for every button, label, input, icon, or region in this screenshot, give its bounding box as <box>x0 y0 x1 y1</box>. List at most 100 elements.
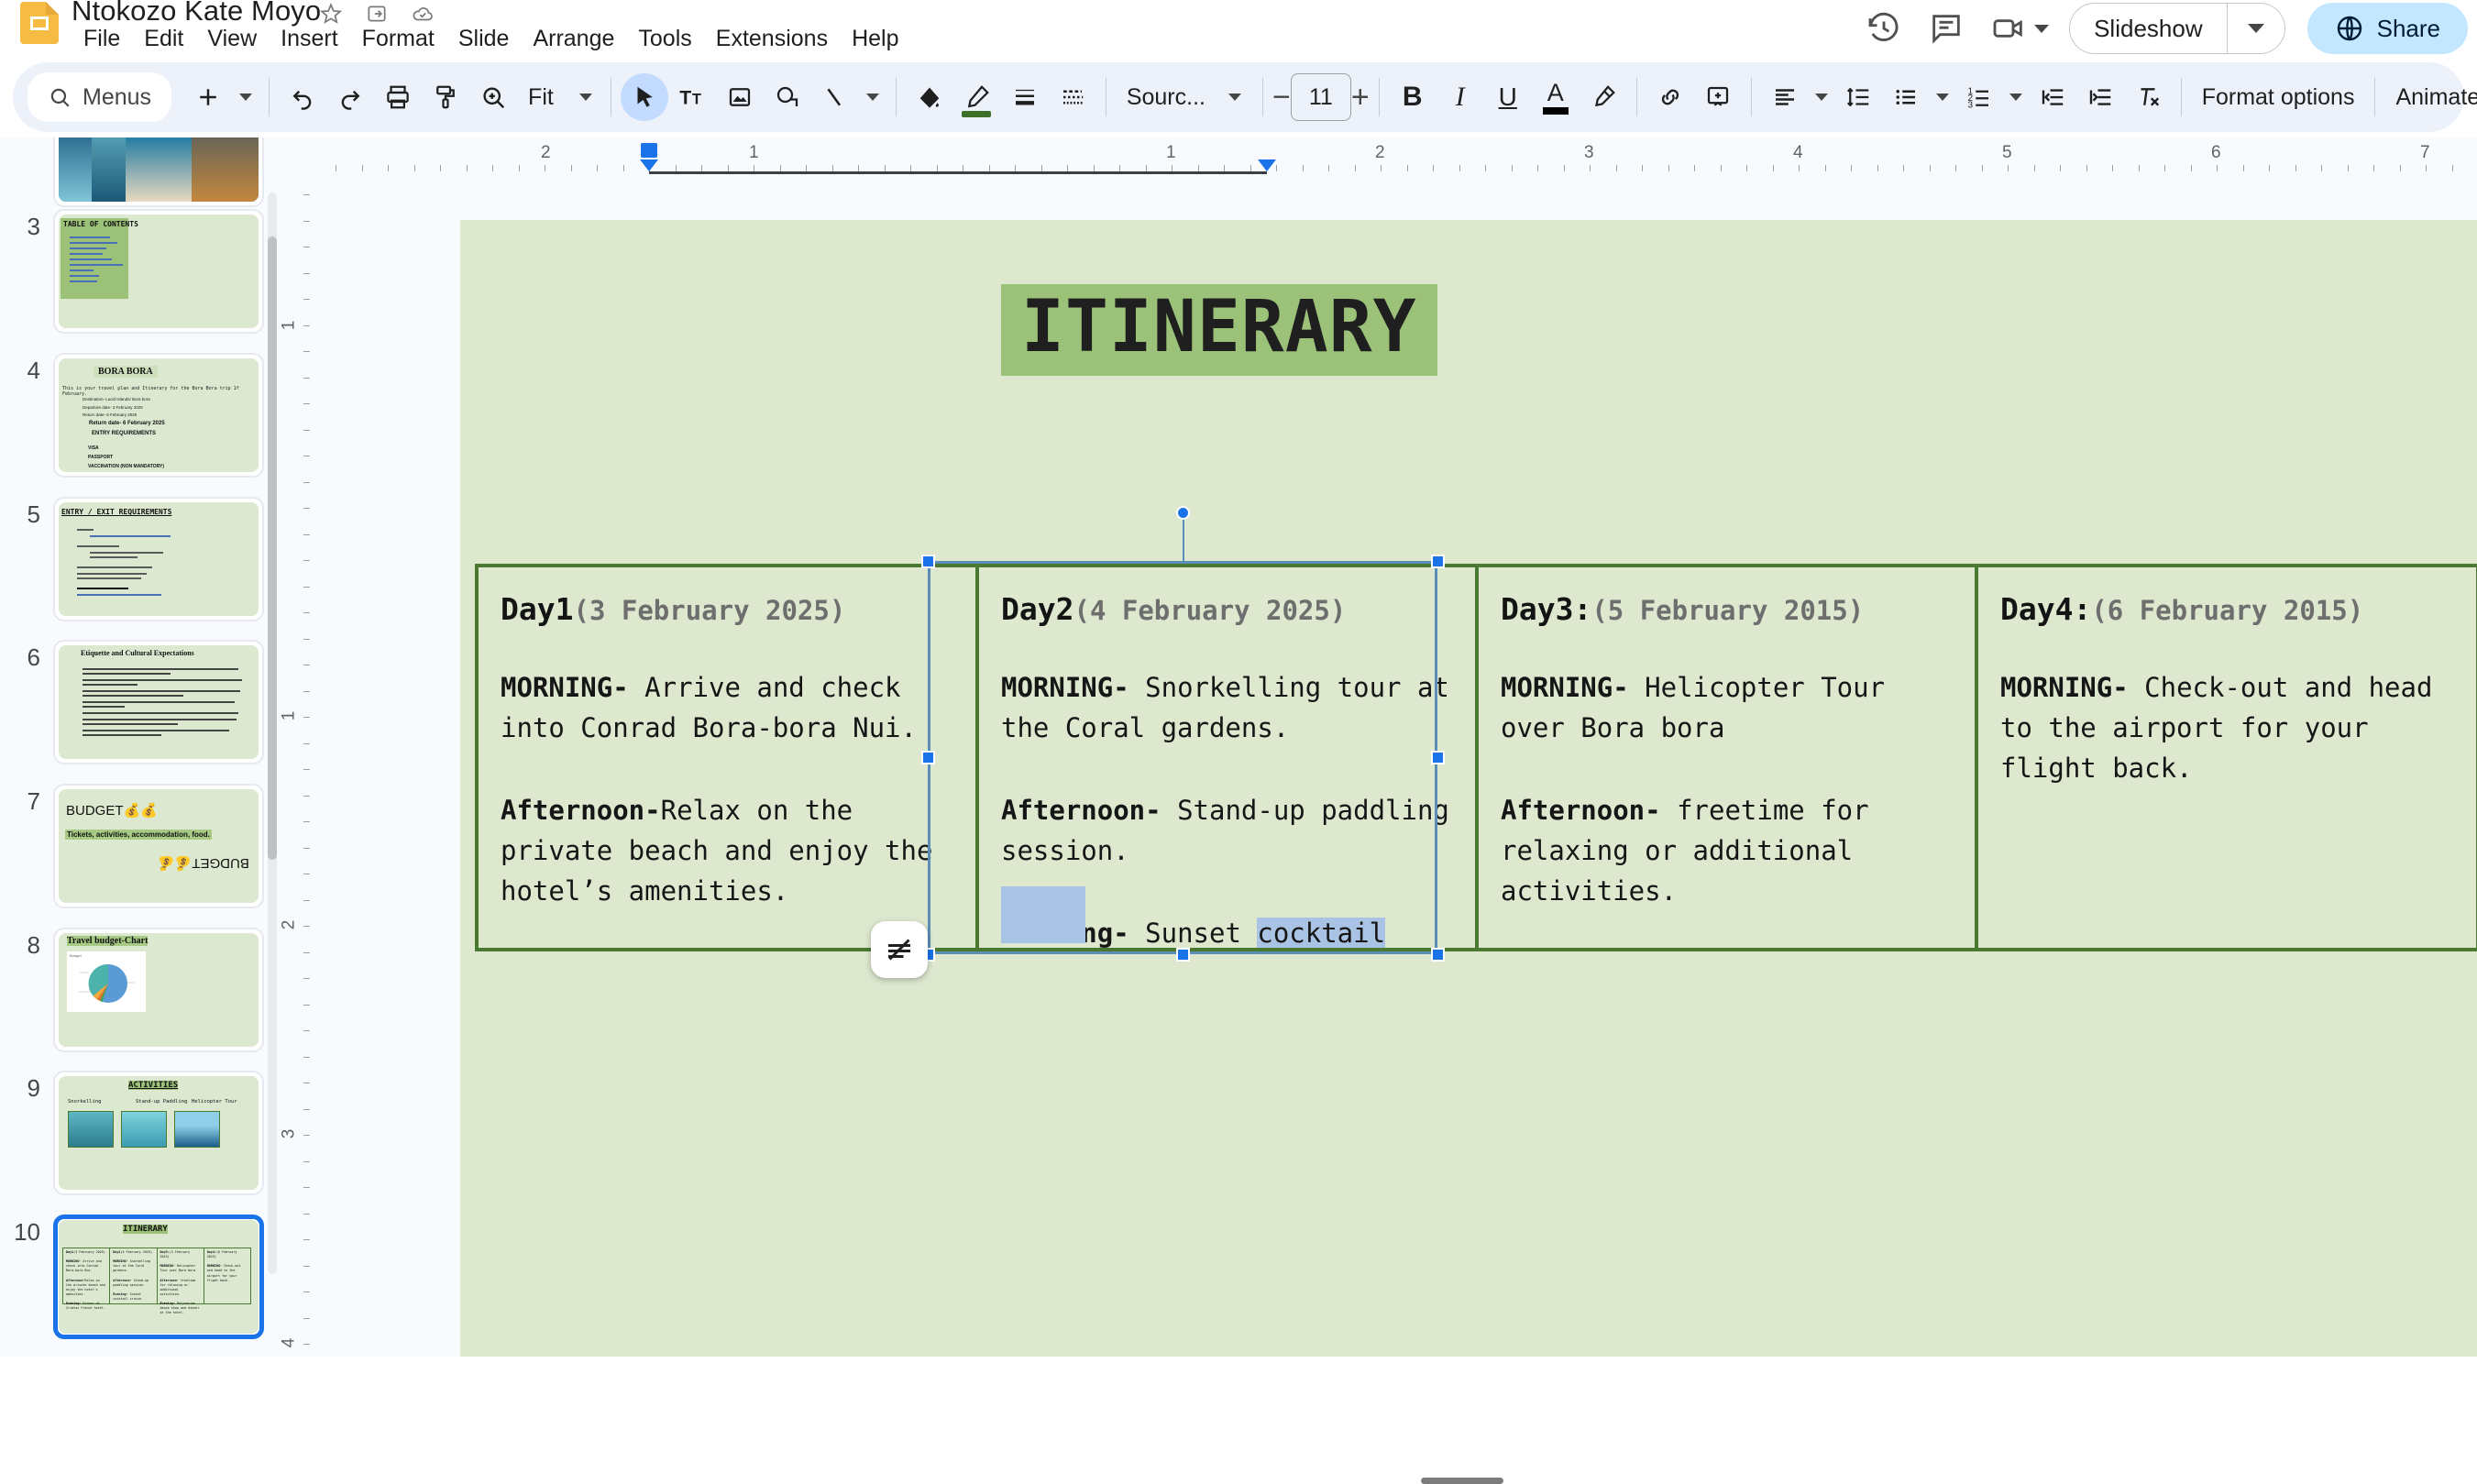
menu-extensions[interactable]: Extensions <box>704 22 840 56</box>
align-dropdown-caret-icon[interactable] <box>1809 73 1834 121</box>
selection-handle-top-right[interactable] <box>1431 555 1445 568</box>
line-spacing-button[interactable] <box>1834 73 1882 121</box>
filmstrip-slide-2[interactable]: 2 <box>0 137 281 207</box>
vertical-ruler[interactable]: 1 1 2 3 4 <box>281 176 314 1357</box>
align-button[interactable] <box>1761 73 1809 121</box>
print-button[interactable] <box>374 73 422 121</box>
highlight-color-button[interactable] <box>1580 73 1627 121</box>
version-history-icon[interactable] <box>1866 10 1902 47</box>
italic-button[interactable]: I <box>1437 73 1484 121</box>
insert-image-button[interactable] <box>716 73 764 121</box>
thumbnail-card[interactable]: BORA BORA This is your travel plan and I… <box>53 353 264 478</box>
thumbnail-card[interactable] <box>53 137 264 207</box>
shape-button[interactable] <box>764 73 811 121</box>
underline-button[interactable]: U <box>1484 73 1532 121</box>
thumbnail-card[interactable]: ENTRY / EXIT REQUIREMENTS <box>53 497 264 621</box>
slide-canvas-area[interactable]: ITINERARY Day1(3 February 2025) MORNING-… <box>314 176 2477 1357</box>
thumbnail-card[interactable]: Travel budget-Chart Budget <box>53 928 264 1052</box>
menu-view[interactable]: View <box>195 22 269 56</box>
menu-edit[interactable]: Edit <box>132 22 195 56</box>
menu-format[interactable]: Format <box>350 22 446 56</box>
slideshow-button[interactable]: Slideshow <box>2069 3 2285 54</box>
insert-link-button[interactable] <box>1646 73 1694 121</box>
itinerary-cell-day3[interactable]: Day3:(5 February 2015) MORNING- Helicopt… <box>1475 564 1978 951</box>
thumbnail-card-selected[interactable]: ITINERARY Day1(3 February 2025) MORNING- … <box>53 1215 264 1339</box>
filmstrip-slide-3[interactable]: 3 TABLE OF CONTENTS <box>0 209 281 334</box>
text-color-button[interactable]: A <box>1532 73 1580 121</box>
numbered-list-button[interactable]: 123 <box>1955 73 2003 121</box>
animate-button[interactable]: Animate <box>2384 84 2477 111</box>
filmstrip-slide-10[interactable]: 10 ITINERARY Day1(3 February 2025) MORNIN… <box>0 1215 281 1339</box>
text-box-button[interactable]: TT <box>668 73 716 121</box>
decrease-font-size-button[interactable]: − <box>1272 82 1291 113</box>
format-options-button[interactable]: Format options <box>2191 84 2366 111</box>
menu-file[interactable]: File <box>72 22 132 56</box>
selection-rotate-handle[interactable] <box>1176 506 1190 520</box>
comment-icon[interactable] <box>1928 10 1965 47</box>
clear-formatting-button[interactable] <box>2124 73 2172 121</box>
remove-link-button[interactable] <box>871 921 928 978</box>
selection-handle-middle-right[interactable] <box>1431 751 1445 764</box>
border-color-button[interactable] <box>953 73 1001 121</box>
fill-color-button[interactable] <box>906 73 953 121</box>
select-tool-button[interactable] <box>620 73 668 121</box>
first-line-indent-marker[interactable] <box>641 143 657 158</box>
itinerary-table[interactable]: Day1(3 February 2025) MORNING- Arrive an… <box>475 564 2477 951</box>
horizontal-ruler[interactable]: 2 1 1 2 3 4 5 6 7 <box>281 137 2477 176</box>
current-slide[interactable]: ITINERARY Day1(3 February 2025) MORNING-… <box>460 220 2477 1357</box>
filmstrip-slide-7[interactable]: 7 BUDGET💰💰 Tickets, activities, accommod… <box>0 784 281 908</box>
bulleted-list-button[interactable] <box>1882 73 1930 121</box>
google-meet-icon[interactable] <box>1990 10 2027 47</box>
filmstrip-scrollbar-thumb[interactable] <box>268 236 277 860</box>
font-size-input[interactable]: 11 <box>1290 73 1351 121</box>
panel-resize-handle[interactable] <box>1421 1478 1503 1484</box>
thumbnail-card[interactable]: Etiquette and Cultural Expectations <box>53 640 264 764</box>
filmstrip-scrollbar-track[interactable] <box>268 192 277 1274</box>
zoom-button[interactable] <box>469 73 517 121</box>
new-slide-button[interactable] <box>184 73 232 121</box>
itinerary-cell-day4[interactable]: Day4:(6 February 2015) MORNING- Check-ou… <box>1975 564 2477 951</box>
share-button[interactable]: Share <box>2306 3 2468 54</box>
menu-tools[interactable]: Tools <box>626 22 703 56</box>
slide-filmstrip[interactable]: 2 3 TABLE OF CONTENTS <box>0 137 281 1357</box>
menu-arrange[interactable]: Arrange <box>521 22 626 56</box>
increase-indent-button[interactable] <box>2076 73 2124 121</box>
decrease-indent-button[interactable] <box>2029 73 2076 121</box>
slideshow-dropdown-caret-icon[interactable] <box>2228 4 2284 53</box>
itinerary-cell-day1[interactable]: Day1(3 February 2025) MORNING- Arrive an… <box>475 564 979 951</box>
menu-insert[interactable]: Insert <box>269 22 350 56</box>
thumbnail-card[interactable]: TABLE OF CONTENTS <box>53 209 264 334</box>
itinerary-cell-day2[interactable]: Day2(4 February 2025) MORNING- Snorkelli… <box>975 564 1479 951</box>
add-comment-button[interactable] <box>1694 73 1742 121</box>
line-dropdown-caret-icon[interactable] <box>859 73 886 121</box>
selection-handle-bottom-right[interactable] <box>1431 948 1445 962</box>
filmstrip-slide-5[interactable]: 5 ENTRY / EXIT REQUIREMENTS <box>0 497 281 621</box>
bulleted-list-dropdown-caret-icon[interactable] <box>1930 73 1955 121</box>
left-indent-marker[interactable] <box>640 159 658 171</box>
menus-search-button[interactable]: Menus <box>28 72 172 122</box>
selection-handle-middle-left[interactable] <box>921 751 935 764</box>
meet-dropdown-caret-icon[interactable] <box>2034 24 2050 33</box>
increase-font-size-button[interactable]: + <box>1351 82 1370 113</box>
filmstrip-slide-6[interactable]: 6 Etiquette and Cultural Expectations <box>0 640 281 764</box>
right-indent-marker[interactable] <box>1258 159 1276 171</box>
menu-help[interactable]: Help <box>840 22 910 56</box>
menu-slide[interactable]: Slide <box>446 22 522 56</box>
filmstrip-slide-8[interactable]: 8 Travel budget-Chart Budget <box>0 928 281 1052</box>
thumbnail-card[interactable]: BUDGET💰💰 Tickets, activities, accommodat… <box>53 784 264 908</box>
paint-format-button[interactable] <box>422 73 469 121</box>
font-family-selector[interactable]: Sourc... <box>1116 84 1216 111</box>
selection-handle-top-left[interactable] <box>921 555 935 568</box>
new-slide-dropdown-caret-icon[interactable] <box>232 73 259 121</box>
numbered-list-dropdown-caret-icon[interactable] <box>2003 73 2029 121</box>
selection-handle-bottom-center[interactable] <box>1176 948 1190 962</box>
filmstrip-slide-9[interactable]: 9 ACTIVITIES Snorkelling Stand-up Paddli… <box>0 1071 281 1195</box>
filmstrip-slide-4[interactable]: 4 BORA BORA This is your travel plan and… <box>0 353 281 478</box>
redo-button[interactable] <box>326 73 374 121</box>
slide-title[interactable]: ITINERARY <box>1001 284 1437 376</box>
line-button[interactable] <box>811 73 859 121</box>
thumbnail-card[interactable]: ACTIVITIES Snorkelling Stand-up Paddling… <box>53 1071 264 1195</box>
font-family-dropdown-caret-icon[interactable] <box>1216 73 1253 121</box>
border-dash-button[interactable] <box>1049 73 1096 121</box>
bold-button[interactable]: B <box>1389 73 1437 121</box>
